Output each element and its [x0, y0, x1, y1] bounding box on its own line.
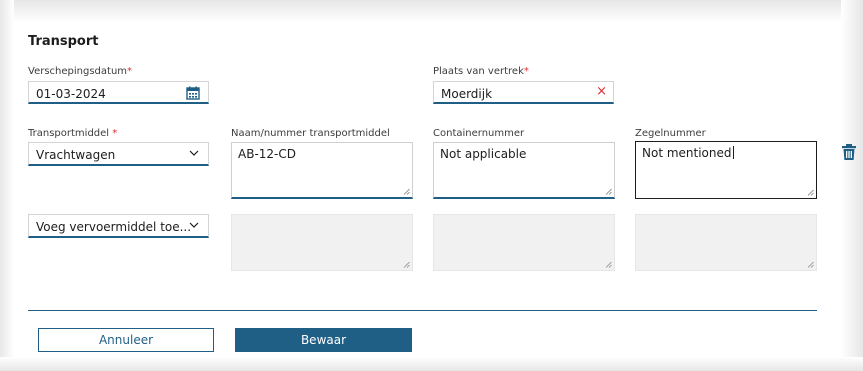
- save-button[interactable]: Bewaar: [235, 328, 412, 352]
- seal-number-textarea-disabled: [635, 214, 817, 271]
- section-divider: [28, 310, 817, 311]
- transport-name-label: Naam/nummer transportmiddel: [231, 128, 390, 139]
- resize-handle-icon[interactable]: [807, 189, 814, 196]
- departure-place-label-text: Plaats van vertrek: [433, 66, 524, 77]
- dialog-shadow-bottom: [0, 357, 863, 371]
- resize-handle-icon[interactable]: [403, 188, 410, 195]
- resize-handle-icon: [807, 261, 814, 268]
- transport-means-value: Vrachtwagen: [36, 148, 116, 162]
- container-number-label: Containernummer: [433, 128, 525, 139]
- calendar-icon[interactable]: [186, 86, 200, 100]
- departure-place-value: Moerdijk: [441, 87, 493, 101]
- close-icon[interactable]: ×: [596, 85, 607, 99]
- cancel-button[interactable]: Annuleer: [38, 328, 214, 352]
- departure-place-label: Plaats van vertrek*: [433, 66, 529, 77]
- resize-handle-icon: [403, 261, 410, 268]
- trash-icon[interactable]: [840, 143, 858, 161]
- required-mark: *: [112, 128, 118, 139]
- container-number-value: Not applicable: [440, 147, 527, 161]
- shipping-date-value: 01-03-2024: [36, 87, 106, 101]
- text-caret: [732, 146, 734, 159]
- add-transport-value: Voeg vervoermiddel toe...: [36, 220, 192, 234]
- required-mark: *: [127, 66, 133, 77]
- required-mark: *: [523, 66, 529, 77]
- transport-dialog: Transport Verschepingsdatum* 01-03-2024 …: [0, 0, 863, 371]
- section-title: Transport: [28, 34, 99, 49]
- seal-number-value-wrap: Not mentioned: [642, 146, 734, 160]
- transport-name-value: AB-12-CD: [238, 147, 296, 161]
- dialog-shadow-right: [841, 0, 863, 371]
- transport-means-label-text: Transportmiddel: [28, 128, 110, 139]
- container-number-textarea-disabled: [433, 214, 615, 271]
- seal-number-label: Zegelnummer: [635, 128, 706, 139]
- transport-name-textarea-disabled: [231, 214, 413, 271]
- seal-number-textarea[interactable]: Not mentioned: [635, 141, 817, 199]
- transport-means-select[interactable]: Vrachtwagen: [28, 142, 209, 166]
- shipping-date-input[interactable]: 01-03-2024: [28, 81, 209, 104]
- shipping-date-label: Verschepingsdatum*: [28, 66, 132, 77]
- chevron-down-icon: [189, 150, 199, 156]
- add-transport-select[interactable]: Voeg vervoermiddel toe...: [28, 214, 209, 238]
- transport-means-label: Transportmiddel *: [28, 128, 117, 139]
- chevron-down-icon: [189, 222, 199, 228]
- shipping-date-label-text: Verschepingsdatum: [28, 66, 128, 77]
- container-number-textarea[interactable]: Not applicable: [433, 142, 615, 199]
- dialog-shadow-top: [0, 0, 863, 22]
- seal-number-value: Not mentioned: [642, 146, 732, 160]
- transport-name-textarea[interactable]: AB-12-CD: [231, 142, 413, 199]
- dialog-shadow-left: [0, 0, 14, 371]
- resize-handle-icon[interactable]: [605, 188, 612, 195]
- departure-place-input[interactable]: Moerdijk ×: [433, 81, 614, 104]
- resize-handle-icon: [605, 261, 612, 268]
